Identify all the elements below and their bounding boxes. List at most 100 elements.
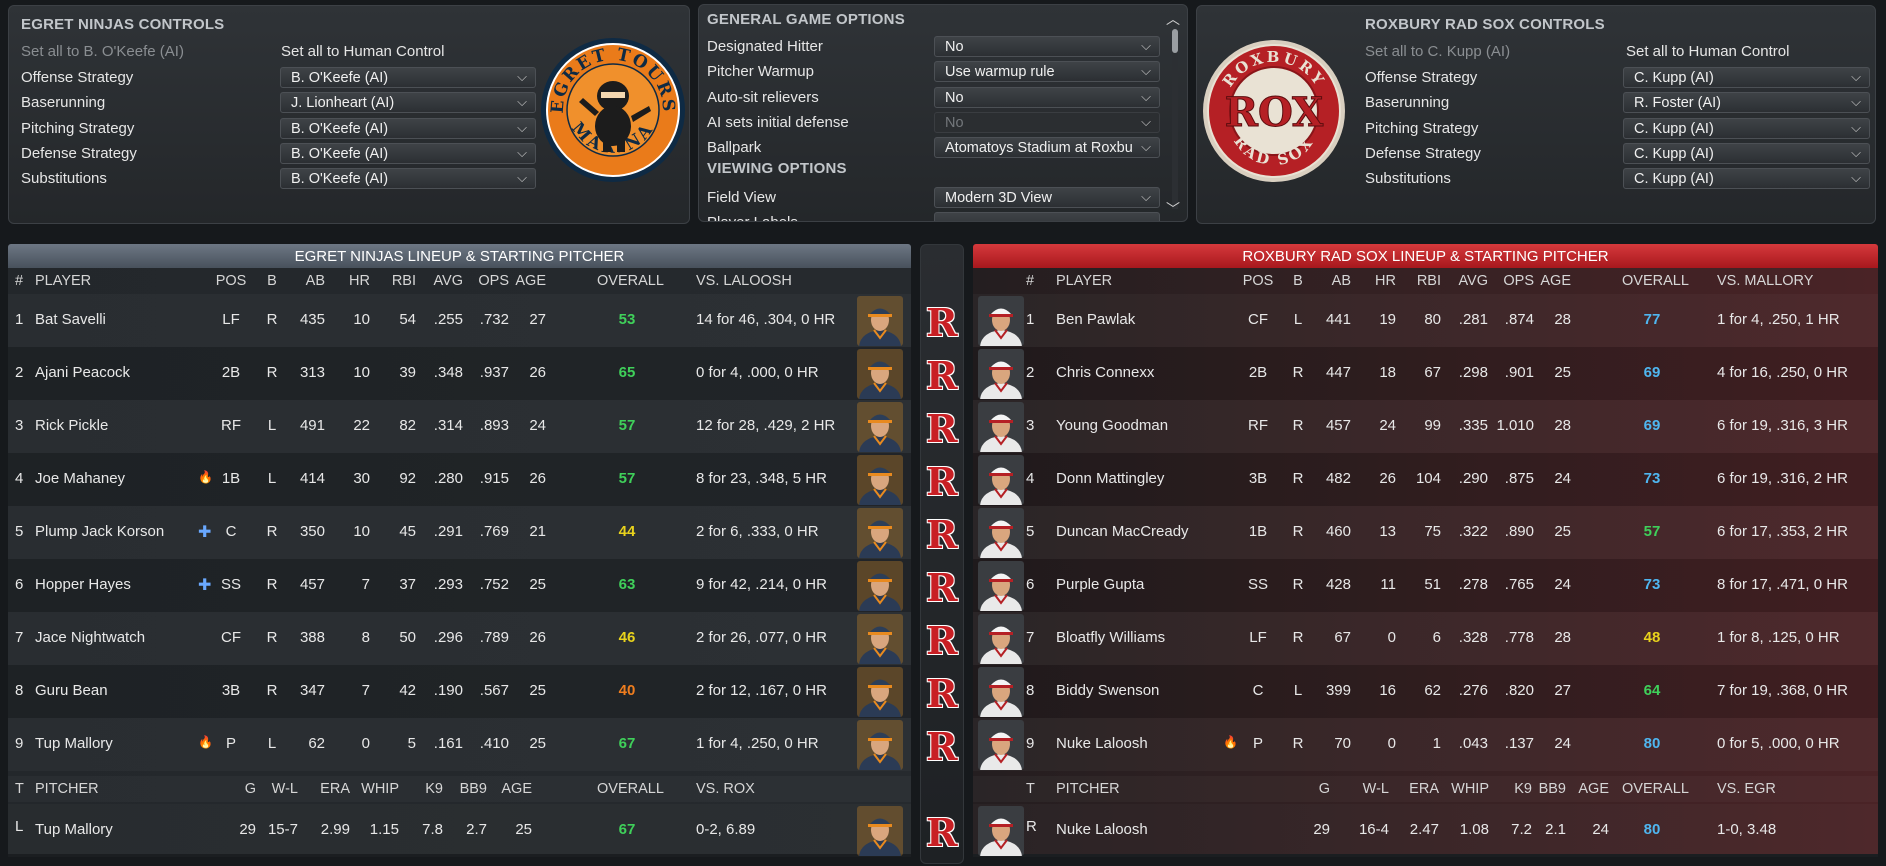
column-header[interactable]: OPS (469, 273, 509, 289)
player-row[interactable]: 6 Purple Gupta SS R 428 11 51.278.765 24 73 8 for… (973, 559, 1878, 612)
player-row[interactable]: 7 Bloatfly Williams LF R 67 0 6.328.778 28 48 1 f… (973, 612, 1878, 665)
column-header[interactable]: AB (285, 273, 325, 289)
set-all-ai-link[interactable]: Set all to B. O'Keefe (AI) (21, 40, 241, 62)
column-header[interactable]: AGE (1531, 273, 1571, 289)
player-row[interactable]: 8 Biddy Swenson C L 399 16 62.276.820 27 64 7 for… (973, 665, 1878, 718)
dropdown-value: No (945, 89, 964, 106)
column-header[interactable]: OVERALL (1622, 781, 1689, 797)
column-header[interactable]: ERA (305, 781, 350, 797)
cell-age: 26 (529, 629, 546, 646)
control-dropdown[interactable]: B. O'Keefe (AI) ⌵ (280, 142, 536, 164)
column-header[interactable]: PITCHER (35, 781, 99, 797)
player-row[interactable]: 4 Donn Mattingley 3B R 482 26 104.290.875 24 73 6… (973, 453, 1878, 506)
column-header[interactable]: AGE (1564, 781, 1609, 797)
cell-avg: .314 (433, 417, 463, 434)
column-header[interactable]: AVG (423, 273, 463, 289)
column-header[interactable]: OPS (1494, 273, 1534, 289)
player-row[interactable]: 1 Bat Savelli LF R 435 10 54.255.732 27 53 14 for… (8, 294, 911, 347)
column-header[interactable]: BB9 (442, 781, 487, 797)
column-header[interactable]: OVERALL (597, 273, 664, 289)
control-dropdown[interactable]: J. Lionheart (AI) ⌵ (280, 92, 536, 114)
column-header[interactable]: G (211, 781, 256, 797)
dropdown-value: Use warmup rule (945, 64, 1055, 81)
column-header[interactable]: VS. LALOOSH (696, 273, 792, 289)
player-row[interactable]: 1 Ben Pawlak CF L 441 19 80.281.874 28 77 1 for 4… (973, 294, 1878, 347)
column-header[interactable]: VS. ROX (696, 781, 755, 797)
cell-avg: .348 (433, 364, 463, 381)
player-row[interactable]: 2 Ajani Peacock 2B R 313 10 39.348.937 26 65 0 fo… (8, 347, 911, 400)
player-row[interactable]: 6 Hopper Hayes SS R 457 7 37.293.752 25 63 9 for … (8, 559, 911, 612)
column-header[interactable]: OVERALL (597, 781, 664, 797)
column-header[interactable]: BB9 (1521, 781, 1566, 797)
column-header[interactable]: G (1285, 781, 1330, 797)
option-dropdown[interactable]: No ⌵ (934, 86, 1160, 108)
cell-ab: 441 (1325, 311, 1351, 328)
player-row[interactable]: 3 Rick Pickle RF L 491 22 82.314.893 24 57 12 for… (8, 400, 911, 453)
column-header[interactable]: # (1026, 273, 1034, 289)
cell-hr: 0 (1387, 629, 1396, 646)
player-row[interactable]: 9 Nuke Laloosh P R 70 0 1.043.137 24 80 0 for 5, … (973, 718, 1878, 771)
player-row[interactable]: 5 Plump Jack Korson C R 350 10 45.291.769 21 44 2… (8, 506, 911, 559)
chevron-down-icon: ⌵ (517, 69, 527, 84)
pitcher-row[interactable]: L Tup Mallory 29 15-7 2.99 1.15 7.8 2.7 25 67 0-2,… (8, 804, 911, 857)
cell-hr: 10 (353, 364, 370, 381)
set-all-ai-link[interactable]: Set all to C. Kupp (AI) (1365, 40, 1575, 62)
column-header[interactable]: VS. EGR (1717, 781, 1776, 797)
pitcher-row[interactable]: R Nuke Laloosh 29 16-4 2.47 1.08 7.2 2.1 24 80 1-0… (973, 804, 1878, 857)
control-dropdown[interactable]: B. O'Keefe (AI) ⌵ (280, 67, 536, 88)
column-header[interactable]: VS. MALLORY (1717, 273, 1813, 289)
cell-avg: .281 (1458, 311, 1488, 328)
column-header[interactable]: PITCHER (1056, 781, 1120, 797)
scroll-up-icon[interactable]: ︿ (1166, 9, 1180, 29)
column-header[interactable]: WHIP (354, 781, 399, 797)
cell-num: 2 (15, 364, 24, 381)
player-row[interactable]: 4 Joe Mahaney 1B L 414 30 92.280.915 26 57 8 for … (8, 453, 911, 506)
column-header[interactable]: PLAYER (1056, 273, 1112, 289)
column-header[interactable]: AVG (1448, 273, 1488, 289)
column-header[interactable]: AGE (487, 781, 532, 797)
column-header[interactable]: HR (1356, 273, 1396, 289)
set-all-human-link[interactable]: Set all to Human Control (1626, 40, 1826, 62)
scroll-down-icon[interactable]: ﹀ (1166, 199, 1180, 219)
control-dropdown[interactable]: C. Kupp (AI) ⌵ (1623, 168, 1870, 190)
column-header[interactable]: OVERALL (1622, 273, 1689, 289)
player-row[interactable]: 8 Guru Bean 3B R 347 7 42.190.567 25 40 2 for 12,… (8, 665, 911, 718)
column-header[interactable]: T (1026, 781, 1035, 797)
player-row[interactable]: 2 Chris Connexx 2B R 447 18 67.298.901 25 69 4 fo… (973, 347, 1878, 400)
control-dropdown[interactable]: B. O'Keefe (AI) ⌵ (280, 117, 536, 139)
column-header[interactable]: WHIP (1444, 781, 1489, 797)
control-dropdown[interactable]: B. O'Keefe (AI) ⌵ (280, 168, 536, 190)
control-dropdown[interactable]: C. Kupp (AI) ⌵ (1623, 142, 1870, 164)
column-header[interactable]: AGE (506, 273, 546, 289)
column-header[interactable]: RBI (376, 273, 416, 289)
option-dropdown[interactable]: No ⌵ (934, 36, 1160, 57)
player-row[interactable]: 5 Duncan MacCready 1B R 460 13 75.322.890 25 57 6… (973, 506, 1878, 559)
control-dropdown[interactable]: C. Kupp (AI) ⌵ (1623, 117, 1870, 139)
column-header[interactable]: HR (330, 273, 370, 289)
cell-vs: 6 for 19, .316, 3 HR (1717, 417, 1848, 434)
column-header[interactable]: T (15, 781, 24, 797)
column-header[interactable]: PLAYER (35, 273, 91, 289)
option-dropdown[interactable]: Atomatoys Stadium at Roxbu ⌵ (934, 137, 1160, 159)
control-dropdown[interactable]: R. Foster (AI) ⌵ (1623, 92, 1870, 114)
player-row[interactable]: 7 Jace Nightwatch CF R 388 8 50.296.789 26 46 2 f… (8, 612, 911, 665)
column-header[interactable]: ERA (1394, 781, 1439, 797)
column-header[interactable]: AB (1311, 273, 1351, 289)
control-label: Substitutions (1365, 170, 1451, 188)
option-dropdown[interactable]: ⌵ (934, 212, 1160, 221)
cell-num: 5 (1026, 523, 1035, 540)
options-scrollbar[interactable] (1172, 29, 1178, 209)
column-header[interactable]: K9 (398, 781, 443, 797)
player-row[interactable]: 9 Tup Mallory P L 62 0 5.161.410 25 67 1 for 4, .… (8, 718, 911, 771)
column-header[interactable]: # (15, 273, 23, 289)
column-header[interactable]: W-L (253, 781, 298, 797)
control-dropdown[interactable]: C. Kupp (AI) ⌵ (1623, 67, 1870, 88)
option-dropdown[interactable]: No ⌵ (934, 111, 1160, 133)
option-dropdown[interactable]: Use warmup rule ⌵ (934, 61, 1160, 83)
chevron-down-icon: ⌵ (517, 94, 527, 110)
column-header[interactable]: RBI (1401, 273, 1441, 289)
set-all-human-link[interactable]: Set all to Human Control (281, 40, 481, 62)
option-dropdown[interactable]: Modern 3D View ⌵ (934, 187, 1160, 208)
column-header[interactable]: W-L (1344, 781, 1389, 797)
player-row[interactable]: 3 Young Goodman RF R 457 24 99.335 1.010 28 69 6 f… (973, 400, 1878, 453)
